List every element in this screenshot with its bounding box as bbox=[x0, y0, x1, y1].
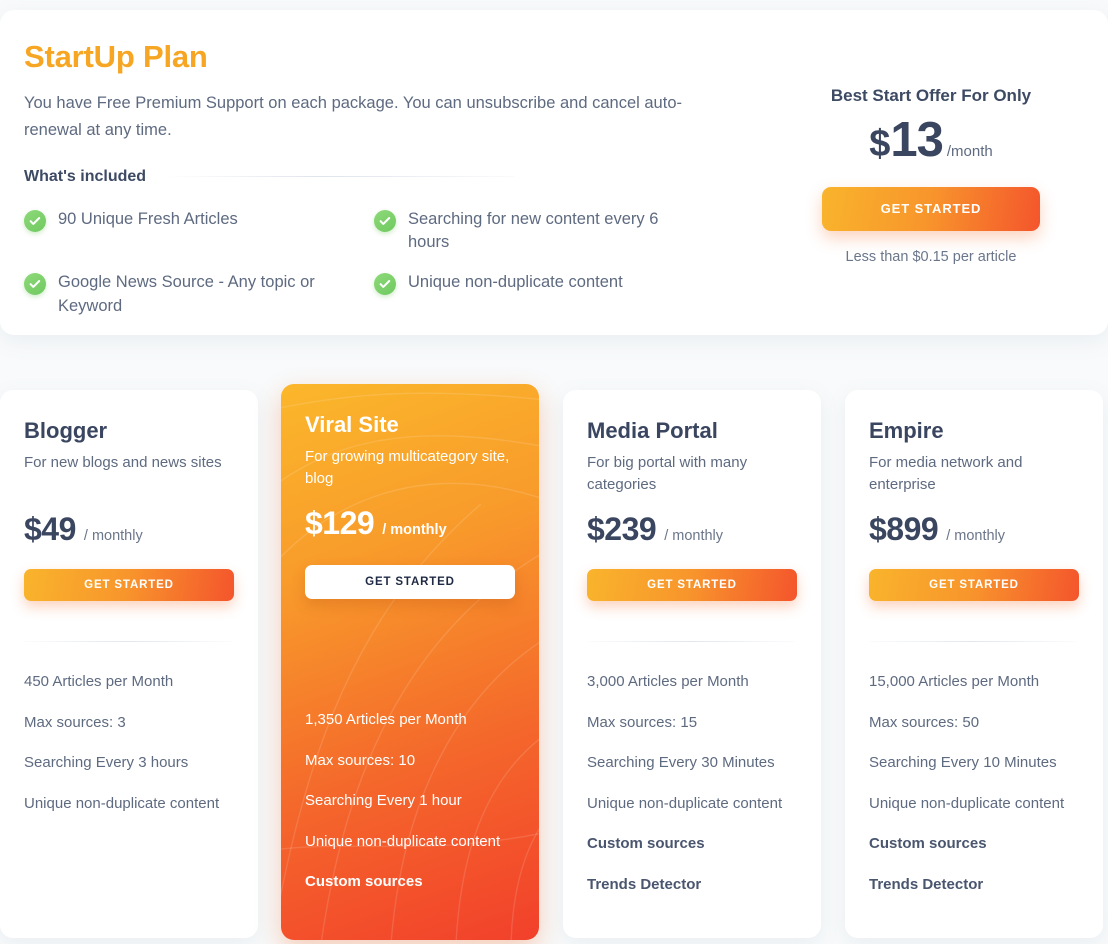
pricing-card-blogger: Blogger For new blogs and news sites $49… bbox=[0, 390, 258, 938]
divider bbox=[164, 176, 514, 178]
list-item: Searching Every 1 hour bbox=[305, 792, 462, 810]
check-icon bbox=[374, 273, 396, 296]
list-item: Unique non-duplicate content bbox=[587, 794, 783, 812]
list-item: Max sources: 10 bbox=[305, 751, 416, 769]
pricing-card-media-portal: Media Portal For big portal with many ca… bbox=[563, 390, 821, 938]
pricing-card-empire: Empire For media network and enterprise … bbox=[845, 390, 1103, 938]
banner-feature-list: 90 Unique Fresh Articles Searching for n… bbox=[24, 208, 724, 320]
divider bbox=[869, 641, 1077, 643]
whats-included-header: What's included bbox=[24, 168, 514, 186]
list-item: 1,350 Articles per Month bbox=[305, 711, 467, 729]
plan-price-period: / monthly bbox=[946, 528, 1006, 545]
pricing-card-grid: Blogger For new blogs and news sites $49… bbox=[0, 384, 1108, 940]
list-item: Unique non-duplicate content bbox=[374, 271, 724, 319]
list-item: Searching Every 10 Minutes bbox=[869, 754, 1057, 772]
plan-price-period: / monthly bbox=[83, 528, 143, 545]
list-item: Unique non-duplicate content bbox=[24, 794, 220, 812]
plan-name: Empire bbox=[869, 418, 944, 443]
plan-price-amount: $129 bbox=[305, 505, 375, 542]
plan-name: Viral Site bbox=[305, 412, 399, 437]
offer-note: Less than $0.15 per article bbox=[845, 249, 1017, 265]
offer-currency: $ bbox=[869, 123, 891, 165]
list-item: 90 Unique Fresh Articles bbox=[24, 208, 374, 256]
plan-feature-list: 3,000 Articles per Month Max sources: 15… bbox=[587, 672, 797, 894]
list-item: Unique non-duplicate content bbox=[305, 832, 501, 850]
list-item-label: Google News Source - Any topic or Keywor… bbox=[58, 273, 315, 316]
plan-price: $129 / monthly bbox=[305, 507, 515, 539]
offer-label: Best Start Offer For Only bbox=[830, 86, 1032, 105]
banner-subtitle: You have Free Premium Support on each pa… bbox=[24, 94, 682, 139]
plan-description: For big portal with many categories bbox=[587, 454, 748, 493]
page-title: StartUp Plan bbox=[24, 39, 208, 74]
best-offer-block: Best Start Offer For Only $ 13 /month GE… bbox=[786, 86, 1076, 265]
list-item: Searching Every 3 hours bbox=[24, 754, 189, 772]
plan-feature-list: 450 Articles per Month Max sources: 3 Se… bbox=[24, 672, 234, 813]
get-started-button[interactable]: GET STARTED bbox=[305, 565, 515, 600]
plan-price: $899 / monthly bbox=[869, 513, 1079, 545]
startup-plan-banner: StartUp Plan You have Free Premium Suppo… bbox=[0, 10, 1108, 335]
pricing-card-viral-site: Viral Site For growing multicategory sit… bbox=[281, 384, 539, 940]
plan-price-amount: $899 bbox=[869, 511, 939, 548]
list-item-label: 90 Unique Fresh Articles bbox=[58, 209, 238, 228]
list-item: Unique non-duplicate content bbox=[869, 794, 1065, 812]
divider bbox=[587, 641, 795, 643]
divider bbox=[24, 641, 232, 643]
plan-price-period: / monthly bbox=[664, 528, 724, 545]
offer-period: /month bbox=[946, 143, 993, 160]
offer-amount: 13 bbox=[890, 113, 944, 167]
plan-price: $239 / monthly bbox=[587, 513, 797, 545]
plan-name: Blogger bbox=[24, 418, 108, 443]
list-item-label: Unique non-duplicate content bbox=[408, 273, 623, 292]
get-started-button[interactable]: GET STARTED bbox=[869, 569, 1079, 602]
divider bbox=[305, 639, 513, 640]
list-item: Trends Detector bbox=[869, 875, 984, 893]
list-item: Trends Detector bbox=[587, 875, 702, 893]
plan-price-amount: $239 bbox=[587, 511, 657, 548]
plan-description: For media network and enterprise bbox=[869, 454, 1023, 493]
list-item: Searching for new content every 6 hours bbox=[374, 208, 724, 256]
plan-feature-list: 1,350 Articles per Month Max sources: 10… bbox=[305, 710, 515, 892]
list-item: Custom sources bbox=[869, 835, 987, 853]
check-icon bbox=[24, 273, 46, 296]
check-icon bbox=[374, 209, 396, 232]
list-item: 450 Articles per Month bbox=[24, 673, 174, 691]
check-icon bbox=[24, 209, 46, 232]
list-item: Custom sources bbox=[305, 873, 423, 891]
list-item: Searching Every 30 Minutes bbox=[587, 754, 775, 772]
get-started-button[interactable]: GET STARTED bbox=[24, 569, 234, 602]
plan-name: Media Portal bbox=[587, 418, 718, 443]
list-item: Max sources: 3 bbox=[24, 713, 126, 731]
whats-included-label: What's included bbox=[24, 167, 147, 185]
plan-price-amount: $49 bbox=[24, 511, 76, 548]
list-item: 15,000 Articles per Month bbox=[869, 673, 1040, 691]
plan-description: For growing multicategory site, blog bbox=[305, 448, 510, 487]
list-item: Max sources: 50 bbox=[869, 713, 980, 731]
get-started-button[interactable]: GET STARTED bbox=[587, 569, 797, 602]
list-item: Custom sources bbox=[587, 835, 705, 853]
list-item: Max sources: 15 bbox=[587, 713, 698, 731]
plan-price: $49 / monthly bbox=[24, 513, 234, 545]
pricing-page: StartUp Plan You have Free Premium Suppo… bbox=[0, 0, 1108, 944]
plan-price-period: / monthly bbox=[382, 522, 447, 539]
plan-feature-list: 15,000 Articles per Month Max sources: 5… bbox=[869, 672, 1079, 894]
list-item: Google News Source - Any topic or Keywor… bbox=[24, 271, 374, 319]
plan-description: For new blogs and news sites bbox=[24, 454, 222, 472]
list-item-label: Searching for new content every 6 hours bbox=[408, 209, 659, 252]
get-started-button[interactable]: GET STARTED bbox=[822, 187, 1040, 231]
list-item: 3,000 Articles per Month bbox=[587, 673, 749, 691]
offer-price: $ 13 /month bbox=[786, 116, 1076, 165]
